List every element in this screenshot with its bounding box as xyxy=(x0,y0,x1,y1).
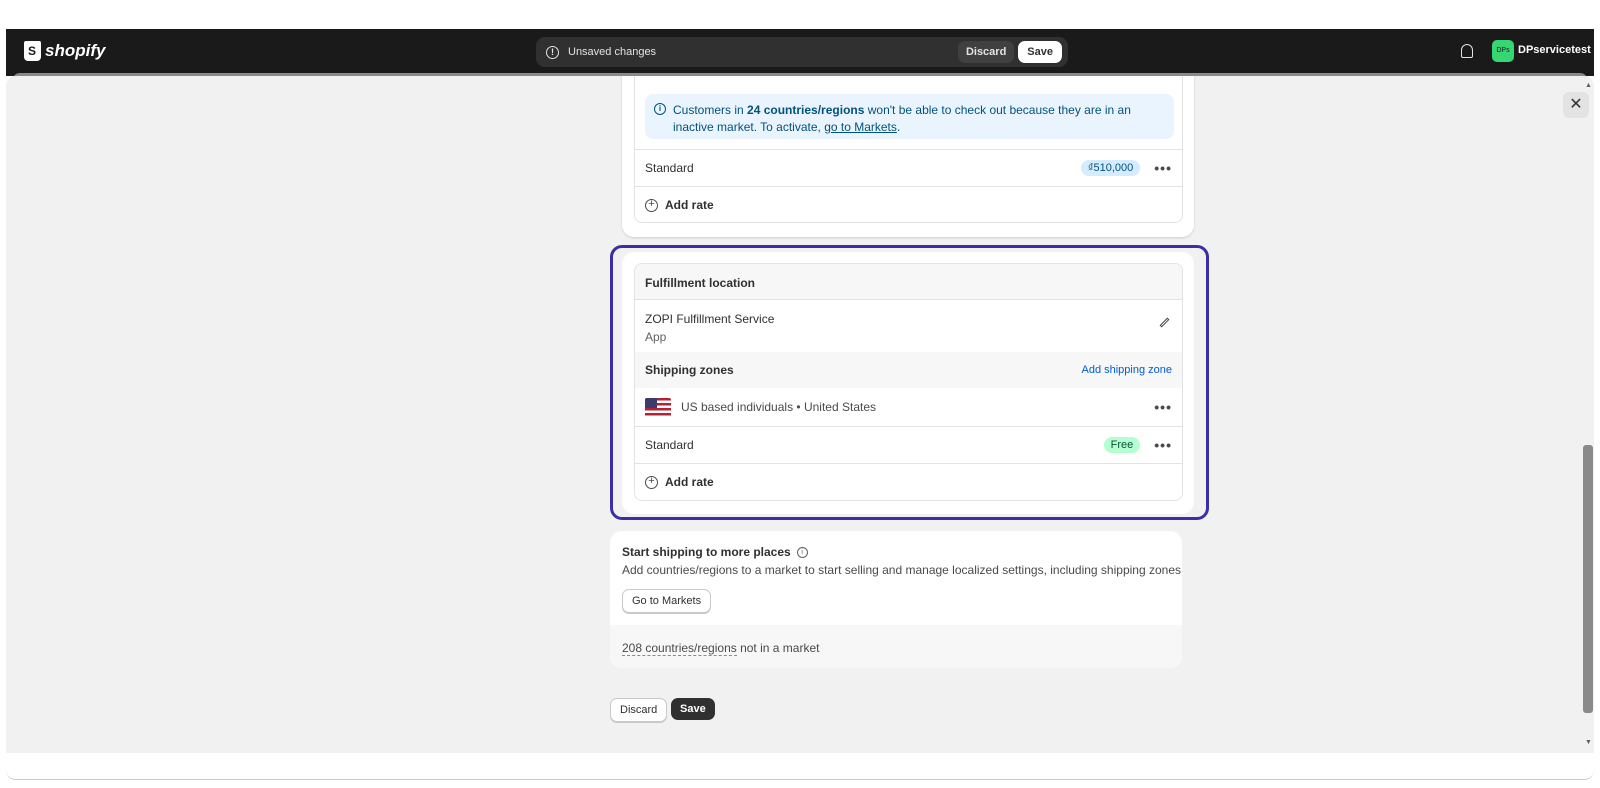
add-rate-row[interactable]: + Add rate xyxy=(635,186,1182,223)
shipping-modal: ✕ ▲ ▼ i Customers in 24 countries/region… xyxy=(6,76,1594,753)
not-in-market-text: not in a market xyxy=(736,641,820,655)
upper-zone-inner: i Customers in 24 countries/regions won'… xyxy=(634,76,1183,223)
shopify-logo[interactable]: shopify xyxy=(24,41,105,61)
save-button[interactable]: Save xyxy=(671,698,715,720)
shopify-bag-icon xyxy=(24,41,41,61)
scroll-up-arrow-icon[interactable]: ▲ xyxy=(1585,82,1592,89)
brand-name: shopify xyxy=(45,41,106,60)
start-shipping-title: Start shipping to more places i xyxy=(622,545,808,559)
unsaved-message: Unsaved changes xyxy=(568,46,657,58)
rate-price-badge: ₫510,000 xyxy=(1080,160,1141,176)
unsaved-changes-bar: ! Unsaved changes Discard Save xyxy=(536,37,1068,67)
inactive-market-banner: i Customers in 24 countries/regions won'… xyxy=(645,94,1174,139)
store-name[interactable]: DPservicetest xyxy=(1518,44,1591,56)
topbar-save-button[interactable]: Save xyxy=(1018,41,1062,63)
avatar[interactable]: DPs xyxy=(1492,40,1514,62)
topbar-discard-button[interactable]: Discard xyxy=(957,41,1015,63)
notification-bell-icon[interactable] xyxy=(1461,44,1473,58)
upper-zone-card: i Customers in 24 countries/regions won'… xyxy=(622,76,1194,237)
start-shipping-card: Start shipping to more places i Add coun… xyxy=(610,531,1182,668)
banner-prefix: Customers in xyxy=(673,103,748,117)
go-to-markets-button[interactable]: Go to Markets xyxy=(622,589,712,613)
plus-circle-icon: + xyxy=(645,198,658,212)
banner-count: 24 countries/regions xyxy=(747,103,865,117)
info-icon: ! xyxy=(546,45,559,59)
info-icon[interactable]: i xyxy=(796,546,808,558)
close-icon[interactable]: ✕ xyxy=(1563,92,1589,118)
highlight-outline xyxy=(610,245,1209,520)
go-to-markets-link[interactable]: go to Markets xyxy=(824,120,897,134)
scrollbar[interactable] xyxy=(1583,445,1593,713)
rate-row: Standard ₫510,000 ••• xyxy=(635,149,1182,186)
info-icon: i xyxy=(654,103,666,115)
start-shipping-title-text: Start shipping to more places xyxy=(622,545,791,559)
scroll-down-arrow-icon[interactable]: ▼ xyxy=(1585,739,1592,746)
top-bar: shopify ! Unsaved changes Discard Save D… xyxy=(6,29,1594,76)
discard-button[interactable]: Discard xyxy=(610,698,668,722)
rate-name: Standard xyxy=(645,161,694,175)
app-frame: shopify ! Unsaved changes Discard Save D… xyxy=(0,0,1600,788)
countries-not-in-market-link[interactable]: 208 countries/regions xyxy=(622,641,737,656)
add-rate-button[interactable]: Add rate xyxy=(665,198,714,212)
not-in-market-footer: 208 countries/regions not in a market xyxy=(610,625,1182,668)
banner-suffix: . xyxy=(896,120,901,134)
more-actions-icon[interactable]: ••• xyxy=(1154,161,1172,175)
start-shipping-description: Add countries/regions to a market to sta… xyxy=(622,563,1181,577)
window-bottom xyxy=(6,753,1594,780)
